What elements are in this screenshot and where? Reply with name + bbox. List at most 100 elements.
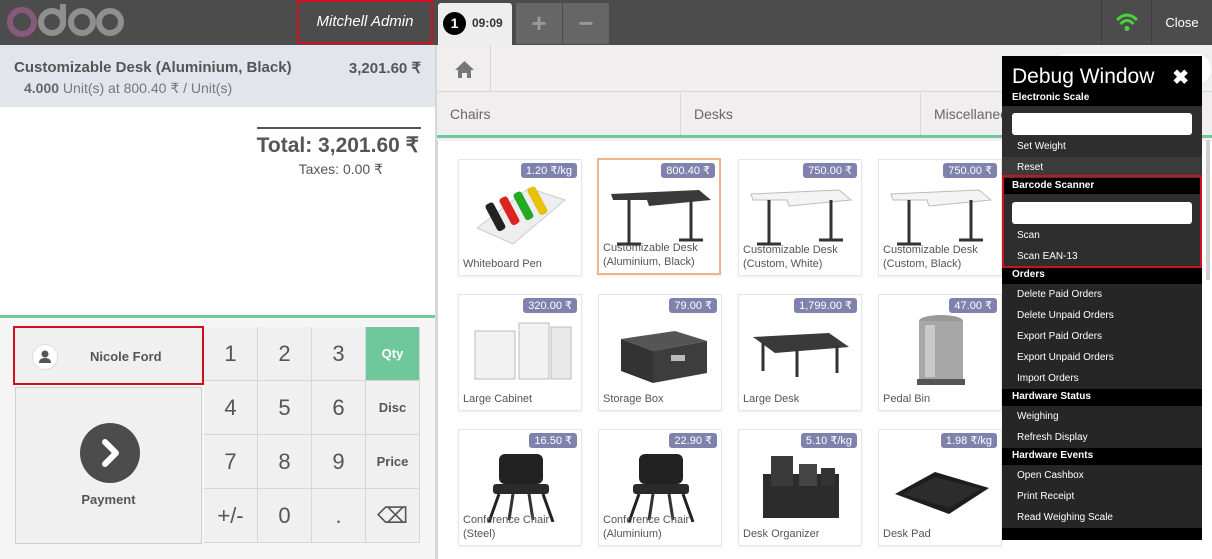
category-desks[interactable]: Desks <box>681 93 921 135</box>
read-weighing-scale-button[interactable]: Read Weighing Scale <box>1002 507 1202 528</box>
product-card[interactable]: 1,799.00 ₹ Large Desk <box>738 294 862 411</box>
numpad-key-2[interactable]: 2 <box>258 327 312 381</box>
numpad-key-1[interactable]: 1 <box>204 327 258 381</box>
product-price: 5.10 ₹/kg <box>800 433 857 448</box>
chevron-right-icon <box>102 439 119 467</box>
close-icon[interactable]: ✖ <box>1172 65 1189 90</box>
product-price: 22.90 ₹ <box>669 433 717 448</box>
order-number: 1 <box>443 12 466 35</box>
numpad-key-9[interactable]: 9 <box>312 435 366 489</box>
order-line-name: Customizable Desk (Aluminium, Black) <box>14 59 292 76</box>
product-name: Storage Box <box>603 393 664 405</box>
export-unpaid-orders-button[interactable]: Export Unpaid Orders <box>1002 347 1202 368</box>
order-line-qty: 4.000 <box>24 80 60 96</box>
control-pad: Nicole Ford Payment 1 2 3 Qty 4 5 6 Disc… <box>0 315 435 559</box>
product-card[interactable]: 800.40 ₹ Customizable Desk (Aluminium, B… <box>597 158 721 275</box>
category-chairs[interactable]: Chairs <box>437 93 681 135</box>
order-line-unit-price: Unit(s) at 800.40 ₹ / Unit(s) <box>59 80 233 96</box>
product-price: 1,799.00 ₹ <box>794 298 857 313</box>
qty-mode-button[interactable]: Qty <box>366 327 420 381</box>
product-price: 16.50 ₹ <box>529 433 577 448</box>
numpad-key-7[interactable]: 7 <box>204 435 258 489</box>
open-cashbox-button[interactable]: Open Cashbox <box>1002 465 1202 486</box>
numpad-key-dot[interactable]: . <box>312 489 366 543</box>
wifi-status[interactable] <box>1101 0 1151 45</box>
delete-paid-orders-button[interactable]: Delete Paid Orders <box>1002 284 1202 305</box>
order-tab[interactable]: 1 09:09 <box>438 3 512 45</box>
weighing-status[interactable]: Weighing <box>1002 406 1202 427</box>
add-order-button[interactable]: + <box>516 3 562 44</box>
product-name: Pedal Bin <box>883 393 931 405</box>
product-card[interactable]: 47.00 ₹ Pedal Bin <box>878 294 1002 411</box>
product-card[interactable]: 1.20 ₹/kg Whiteboard Pen <box>458 159 582 276</box>
remove-order-button[interactable]: − <box>563 3 609 44</box>
order-time: 09:09 <box>472 16 503 30</box>
refresh-display-button[interactable]: Refresh Display <box>1002 427 1202 448</box>
numpad-key-4[interactable]: 4 <box>204 381 258 435</box>
total-divider <box>257 127 421 129</box>
print-receipt-button[interactable]: Print Receipt <box>1002 486 1202 507</box>
backspace-button[interactable]: ⌫ <box>366 489 420 543</box>
product-card[interactable]: 320.00 ₹ Large Cabinet <box>458 294 582 411</box>
debug-window: Debug Window ✖ Electronic Scale Set Weig… <box>1002 56 1202 540</box>
product-name: Whiteboard Pen <box>463 258 542 270</box>
product-image <box>627 454 695 522</box>
close-button[interactable]: Close <box>1151 0 1212 45</box>
order-line-detail: 4.000 Unit(s) at 800.40 ₹ / Unit(s) <box>24 80 232 97</box>
order-taxes: Taxes: 0.00 ₹ <box>298 161 383 177</box>
product-name: Customizable Desk (Custom, Black) <box>883 244 978 270</box>
product-card[interactable]: 1.98 ₹/kg Desk Pad <box>878 429 1002 546</box>
numpad-key-6[interactable]: 6 <box>312 381 366 435</box>
debug-title: Debug Window <box>1012 65 1155 88</box>
price-mode-button[interactable]: Price <box>366 435 420 489</box>
section-electronic-scale: Electronic Scale <box>1002 90 1202 106</box>
product-price: 1.20 ₹/kg <box>520 163 577 178</box>
product-price: 47.00 ₹ <box>949 298 997 313</box>
delete-unpaid-orders-button[interactable]: Delete Unpaid Orders <box>1002 305 1202 326</box>
product-price: 79.00 ₹ <box>669 298 717 313</box>
customer-name: Nicole Ford <box>90 349 162 364</box>
product-card[interactable]: 79.00 ₹ Storage Box <box>598 294 722 411</box>
product-scrollbar[interactable] <box>1206 140 1210 280</box>
product-price: 750.00 ₹ <box>943 163 997 178</box>
product-price: 1.98 ₹/kg <box>940 433 997 448</box>
product-name: Large Cabinet <box>463 393 533 405</box>
pos-app: Mitchell Admin 1 09:09 + − Close Customi… <box>0 0 1212 559</box>
numpad-key-3[interactable]: 3 <box>312 327 366 381</box>
product-price: 800.40 ₹ <box>661 163 715 178</box>
product-card[interactable]: 750.00 ₹ Customizable Desk (Custom, Blac… <box>878 159 1002 276</box>
numpad-key-0[interactable]: 0 <box>258 489 312 543</box>
product-card[interactable]: 16.50 ₹ Conference Chair (Steel) <box>458 429 582 546</box>
product-name: Conference Chair (Steel) <box>463 514 550 540</box>
home-button[interactable] <box>438 45 491 92</box>
barcode-scanner-highlight <box>1002 175 1202 268</box>
numpad-key-8[interactable]: 8 <box>258 435 312 489</box>
numpad-key-5[interactable]: 5 <box>258 381 312 435</box>
order-line[interactable]: Customizable Desk (Aluminium, Black) 3,2… <box>0 45 435 107</box>
product-card[interactable]: 5.10 ₹/kg Desk Organizer <box>738 429 862 546</box>
weight-input[interactable] <box>1012 113 1192 135</box>
product-image <box>474 322 572 380</box>
product-image <box>895 472 989 514</box>
product-image <box>753 333 849 377</box>
top-bar: Mitchell Admin 1 09:09 + − Close <box>0 0 1212 45</box>
product-name: Desk Organizer <box>743 528 820 540</box>
cashier-name[interactable]: Mitchell Admin <box>297 0 433 44</box>
home-icon <box>455 61 474 78</box>
section-hardware-status: Hardware Status <box>1002 389 1202 405</box>
payment-button[interactable]: Payment <box>15 387 202 544</box>
product-card[interactable]: 22.90 ₹ Conference Chair (Aluminium) <box>598 429 722 546</box>
product-image <box>750 189 853 246</box>
order-line-price: 3,201.60 ₹ <box>348 60 421 77</box>
product-price: 750.00 ₹ <box>803 163 857 178</box>
product-image <box>763 456 839 518</box>
export-paid-orders-button[interactable]: Export Paid Orders <box>1002 326 1202 347</box>
disc-mode-button[interactable]: Disc <box>366 381 420 435</box>
product-card[interactable]: 750.00 ₹ Customizable Desk (Custom, Whit… <box>738 159 862 276</box>
customer-button[interactable]: Nicole Ford <box>13 326 204 385</box>
set-weight-button[interactable]: Set Weight <box>1002 136 1202 157</box>
numpad-key-plus-minus[interactable]: +/- <box>204 489 258 543</box>
import-orders-button[interactable]: Import Orders <box>1002 368 1202 389</box>
product-name: Conference Chair (Aluminium) <box>603 514 690 540</box>
product-image <box>621 331 707 383</box>
